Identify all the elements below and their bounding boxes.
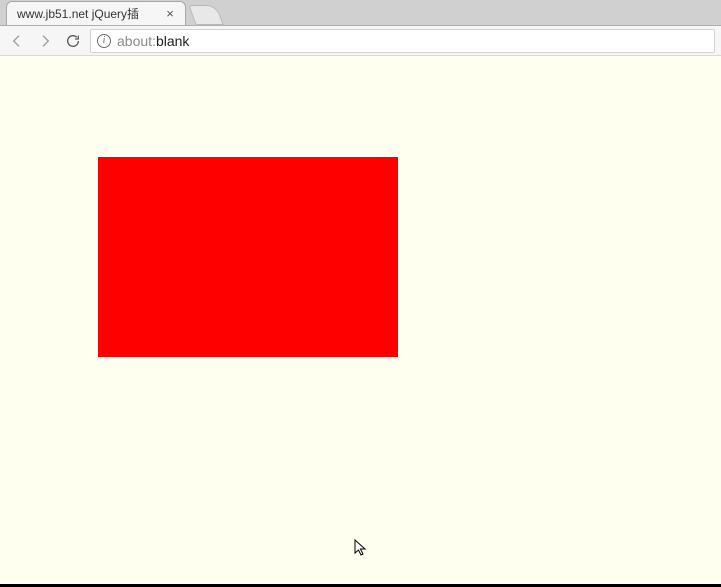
- arrow-left-icon: [9, 33, 25, 49]
- url-path: blank: [156, 33, 189, 49]
- toolbar: i about:blank: [0, 26, 721, 56]
- info-icon[interactable]: i: [97, 34, 111, 48]
- reload-icon: [65, 33, 81, 49]
- red-box: [98, 157, 398, 357]
- forward-button[interactable]: [34, 30, 56, 52]
- close-icon[interactable]: ×: [163, 7, 177, 21]
- browser-tab[interactable]: www.jb51.net jQuery插 ×: [6, 1, 186, 25]
- tab-title: www.jb51.net jQuery插: [17, 5, 159, 22]
- url-scheme: about:: [117, 33, 156, 49]
- address-bar[interactable]: i about:blank: [90, 29, 715, 53]
- page-viewport: [0, 56, 721, 584]
- back-button[interactable]: [6, 30, 28, 52]
- reload-button[interactable]: [62, 30, 84, 52]
- tab-strip: www.jb51.net jQuery插 ×: [0, 0, 721, 26]
- url-text: about:blank: [117, 33, 189, 49]
- arrow-right-icon: [37, 33, 53, 49]
- new-tab-button[interactable]: [188, 5, 223, 25]
